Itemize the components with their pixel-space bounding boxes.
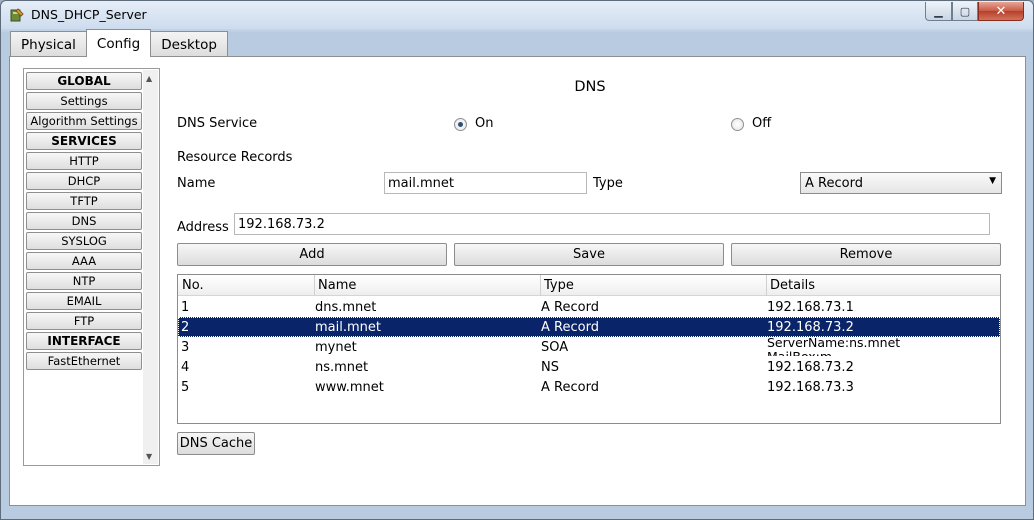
table-cell-details: 192.168.73.2 [767,320,854,335]
sidebar-item-ftp[interactable]: FTP [26,312,142,330]
table-cell-type: A Record [541,300,599,315]
dns-cache-button[interactable]: DNS Cache [177,432,255,455]
config-panel: GLOBAL Settings Algorithm Settings SERVICES… [9,56,1026,506]
table-cell-no: 3 [181,340,190,355]
dns-on-label[interactable]: On [475,116,493,131]
table-row[interactable]: 2 mail.mnet A Record 192.168.73.2 [178,317,1000,337]
table-cell-details: ServerName:ns.mnet MailBox:m [767,336,901,356]
sidebar-item-global[interactable]: GLOBAL [26,72,142,90]
window-title: DNS_DHCP_Server [31,7,147,22]
sidebar-item-dns[interactable]: DNS [26,212,142,230]
table-cell-name: www.mnet [315,380,384,395]
remove-button[interactable]: Remove [731,243,1001,266]
table-row[interactable]: 4 ns.mnet NS 192.168.73.2 [178,357,1000,377]
divider [176,205,1001,206]
name-label: Name [177,176,216,191]
sidebar-scrollbar[interactable]: ▲ ▼ [143,70,158,464]
table-cell-type: NS [541,360,559,375]
address-label: Address [177,220,229,235]
chevron-down-icon: ▼ [989,176,996,186]
table-header: No. Name Type Details [178,275,1000,296]
sidebar-item-ntp[interactable]: NTP [26,272,142,290]
add-button[interactable]: Add [177,243,447,266]
divider [176,140,1001,141]
close-icon: ✕ [995,3,1007,19]
table-cell-details: 192.168.73.1 [767,300,854,315]
sidebar-nav: GLOBAL Settings Algorithm Settings SERVICES… [23,68,160,466]
table-cell-no: 2 [181,320,190,335]
address-input[interactable] [234,213,990,235]
minimize-button[interactable]: ▁ [925,2,952,21]
save-button[interactable]: Save [454,243,724,266]
title-bar[interactable]: DNS_DHCP_Server ▁ ▢ ✕ [1,1,1033,29]
dns-panel: DNS DNS Service On Off Resource Records … [176,57,1004,497]
column-header-details[interactable]: Details [766,278,815,296]
tab-desktop[interactable]: Desktop [150,31,228,57]
name-input[interactable] [384,172,587,194]
table-cell-name: mynet [315,340,357,355]
table-cell-name: ns.mnet [315,360,369,375]
tab-config[interactable]: Config [85,29,152,57]
column-header-no[interactable]: No. [178,278,204,296]
table-row[interactable]: 3 mynet SOA ServerName:ns.mnet MailBox:m [178,336,1000,357]
sidebar-item-syslog[interactable]: SYSLOG [26,232,142,250]
type-label: Type [593,176,623,191]
dns-service-label: DNS Service [177,116,258,131]
sidebar-item-email[interactable]: EMAIL [26,292,142,310]
page-title: DNS [574,79,606,95]
sidebar-item-algorithm-settings[interactable]: Algorithm Settings [26,112,142,130]
scroll-down-icon[interactable]: ▼ [146,452,152,461]
table-cell-name: mail.mnet [315,320,381,335]
sidebar-item-dhcp[interactable]: DHCP [26,172,142,190]
sidebar-item-interface[interactable]: INTERFACE [26,332,142,350]
sidebar-item-http[interactable]: HTTP [26,152,142,170]
tab-physical[interactable]: Physical [10,31,87,57]
table-cell-no: 4 [181,360,190,375]
sidebar-item-settings[interactable]: Settings [26,92,142,110]
scroll-up-icon[interactable]: ▲ [146,74,152,83]
column-header-type[interactable]: Type [540,278,574,296]
dns-off-radio[interactable] [731,118,744,131]
dns-off-label[interactable]: Off [752,116,771,131]
sidebar-item-aaa[interactable]: AAA [26,252,142,270]
table-row[interactable]: 5 www.mnet A Record 192.168.73.3 [178,377,1000,397]
type-select[interactable]: A Record ▼ [800,172,1002,194]
sidebar-item-fastethernet[interactable]: FastEthernet [26,352,142,370]
type-select-value: A Record [805,176,863,191]
close-button[interactable]: ✕ [978,2,1024,21]
table-cell-no: 5 [181,380,190,395]
minimize-icon: ▁ [934,4,943,18]
sidebar-item-services[interactable]: SERVICES [26,132,142,150]
table-row[interactable]: 1 dns.mnet A Record 192.168.73.1 [178,297,1000,317]
sidebar-item-tftp[interactable]: TFTP [26,192,142,210]
divider [176,104,1001,105]
maximize-icon: ▢ [959,4,971,18]
records-table: No. Name Type Details 1 dns.mnet A Record 1… [177,274,1001,424]
table-cell-name: dns.mnet [315,300,377,315]
table-cell-type: SOA [541,340,569,355]
app-window: DNS_DHCP_Server ▁ ▢ ✕ Physical Config Desk… [0,0,1034,520]
tab-bar: Physical Config Desktop [10,29,228,57]
table-cell-no: 1 [181,300,190,315]
server-app-icon [10,8,24,22]
table-cell-type: A Record [541,380,599,395]
table-cell-details: 192.168.73.2 [767,360,854,375]
column-header-name[interactable]: Name [314,278,356,296]
maximize-button[interactable]: ▢ [952,2,978,21]
table-cell-type: A Record [541,320,599,335]
resource-records-label: Resource Records [177,150,293,165]
dns-on-radio[interactable] [454,118,467,131]
table-cell-details: 192.168.73.3 [767,380,854,395]
sidebar-list: GLOBAL Settings Algorithm Settings SERVICES… [25,72,143,372]
